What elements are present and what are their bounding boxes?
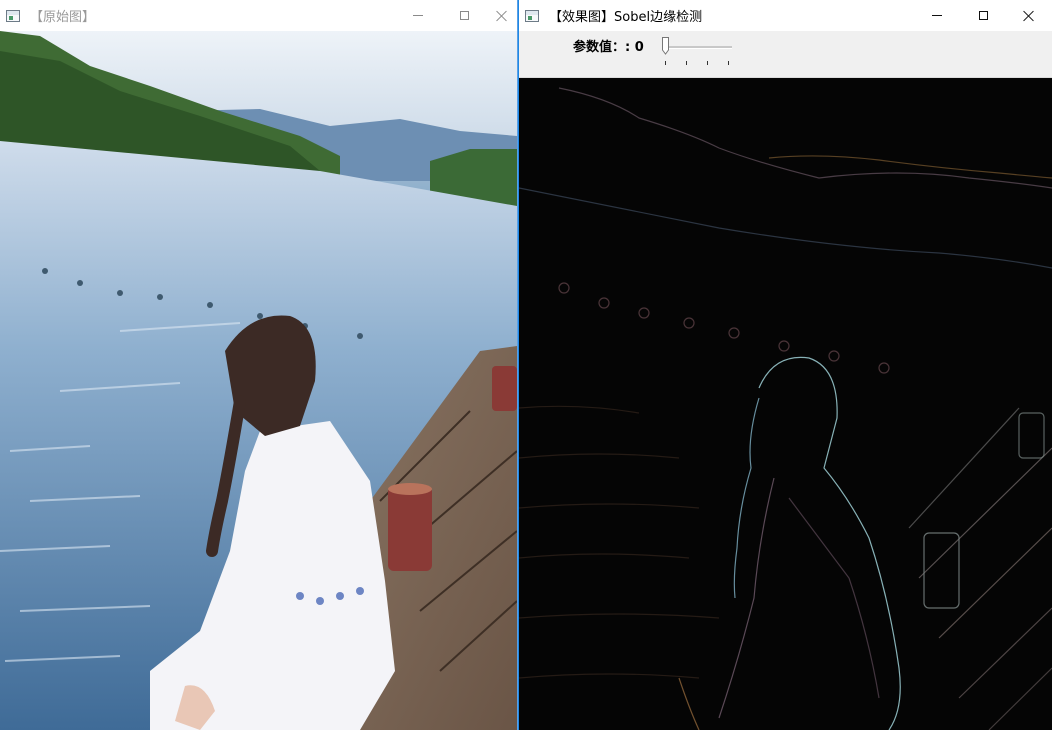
title-bar[interactable]: 【效果图】Sobel边缘检测 [519,0,1052,31]
maximize-button[interactable] [441,0,487,31]
close-icon [496,10,508,22]
title-bar[interactable]: 【原始图】 [0,0,517,31]
window-title: 【效果图】Sobel边缘检测 [549,10,703,25]
opencv-window-icon [6,9,20,22]
maximize-icon [978,11,988,20]
close-button[interactable] [487,0,517,31]
slider-tick [665,61,666,65]
slider-thumb[interactable] [662,37,669,55]
slider-tick [686,61,687,65]
close-icon [1023,10,1035,22]
slider-tick [728,61,729,65]
sobel-edge-image [519,78,1052,730]
parameter-slider[interactable] [662,37,732,67]
minimize-icon [413,15,423,16]
trackbar-panel: 参数值：: 0 [519,31,1052,78]
minimize-icon [932,15,942,16]
edge-detection-illustration [519,87,1052,730]
window-controls [914,0,1052,31]
maximize-button[interactable] [960,0,1006,31]
original-image-window: 【原始图】 [0,0,518,730]
slider-tick [707,61,708,65]
original-photo [0,31,517,730]
slider-track [666,46,732,49]
window-title: 【原始图】 [30,10,96,25]
window-controls [395,0,517,31]
sobel-result-window: 【效果图】Sobel边缘检测 参数值：: 0 [518,0,1052,730]
minimize-button[interactable] [914,0,960,31]
close-button[interactable] [1006,0,1052,31]
opencv-window-icon [525,9,539,22]
minimize-button[interactable] [395,0,441,31]
trackbar-label: 参数值：: 0 [573,40,644,55]
maximize-icon [459,11,469,20]
lake-scene-illustration [0,31,517,730]
